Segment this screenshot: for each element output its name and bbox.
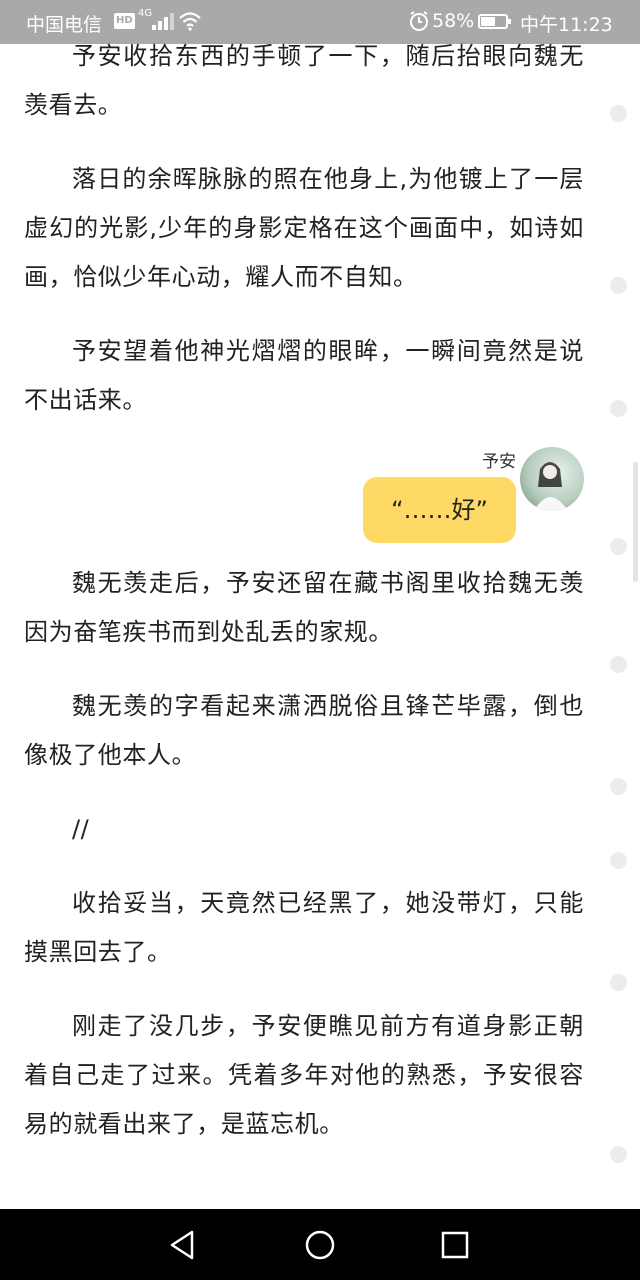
- reading-content: 予安收拾东西的手顿了一下，随后抬眼向魏无羡看去。 落日的余晖脉脉的照在他身上,为…: [24, 32, 584, 1149]
- chat-speaker-name: 予安: [482, 452, 516, 472]
- alarm-icon: [410, 11, 428, 31]
- paragraph: 刚走了没几步，予安便瞧见前方有道身影正朝着自己走了过来。凭着多年对他的熟悉，予安…: [24, 1012, 584, 1138]
- scrollbar[interactable]: [633, 462, 638, 582]
- chat-bubble: “……好”: [363, 477, 516, 543]
- recents-square-icon[interactable]: [437, 1227, 473, 1263]
- paragraph: 魏无羡走后，予安还留在藏书阁里收拾魏无羡因为奋笔疾书而到处乱丢的家规。: [24, 569, 584, 646]
- paragraph-comment-marker[interactable]: [610, 400, 627, 417]
- paragraph-comment-marker[interactable]: [610, 656, 627, 673]
- paragraph-comment-marker[interactable]: [610, 852, 627, 869]
- paragraph-comment-marker[interactable]: [610, 778, 627, 795]
- back-triangle-icon[interactable]: [165, 1227, 201, 1263]
- paragraph: //: [72, 815, 90, 843]
- avatar: [520, 447, 584, 511]
- paragraph: 予安望着他神光熠熠的眼眸，一瞬间竟然是说不出话来。: [24, 337, 584, 414]
- paragraph: 收拾妥当，天竟然已经黑了，她没带灯，只能摸黑回去了。: [24, 889, 584, 966]
- paragraph-comment-marker[interactable]: [610, 105, 627, 122]
- chat-message: 予安 “……好”: [24, 447, 584, 559]
- signal-icon: [152, 12, 174, 30]
- paragraph: 落日的余晖脉脉的照在他身上,为他镀上了一层虚幻的光影,少年的身影定格在这个画面中…: [24, 165, 584, 291]
- wifi-icon: [179, 12, 201, 31]
- home-circle-icon[interactable]: [302, 1227, 338, 1263]
- paragraph: 予安收拾东西的手顿了一下，随后抬眼向魏无羡看去。: [24, 42, 584, 119]
- paragraph-comment-marker[interactable]: [610, 277, 627, 294]
- paragraph-comment-marker[interactable]: [610, 974, 627, 991]
- paragraph-comment-marker[interactable]: [610, 1146, 627, 1163]
- paragraph-comment-marker[interactable]: [610, 538, 627, 555]
- battery-icon: [478, 14, 511, 29]
- navigation-bar: [0, 1209, 640, 1280]
- battery-percent: 58%: [432, 10, 475, 32]
- network-type: 4G: [138, 8, 153, 19]
- paragraph: 魏无羡的字看起来潇洒脱俗且锋芒毕露，倒也像极了他本人。: [24, 692, 584, 769]
- hd-badge: HD: [114, 13, 135, 29]
